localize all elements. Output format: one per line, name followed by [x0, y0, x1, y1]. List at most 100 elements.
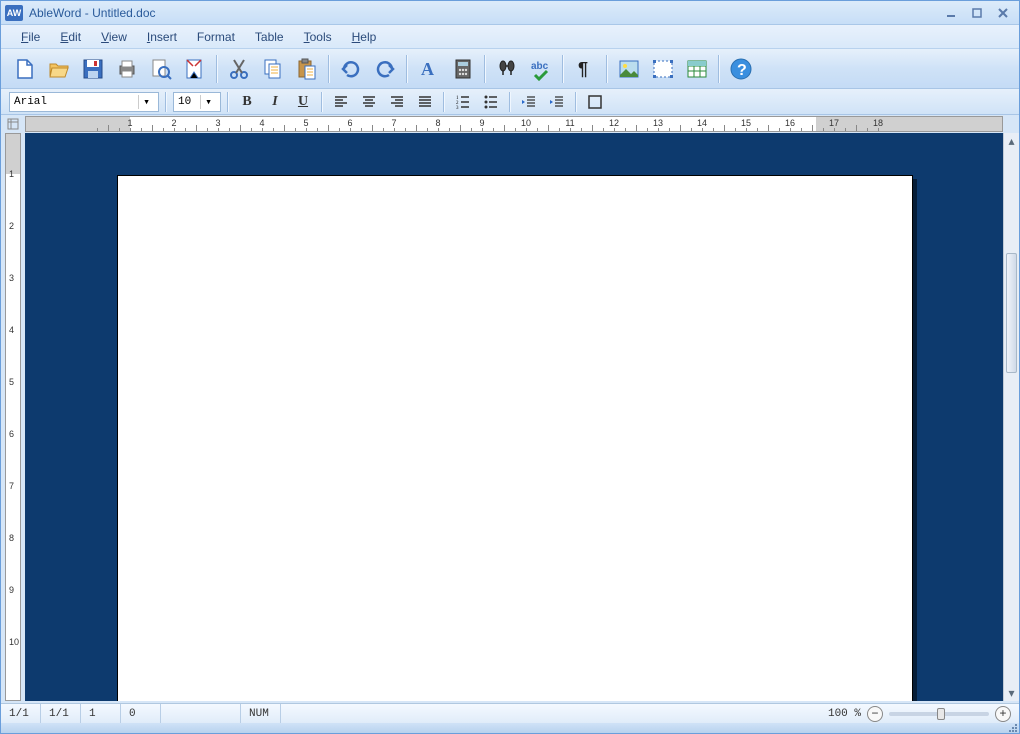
vertical-ruler-wrap: 12345678910: [1, 133, 25, 701]
redo-button[interactable]: [369, 53, 401, 85]
app-icon: AW: [5, 5, 23, 21]
menu-help[interactable]: Help: [342, 27, 387, 47]
font-size-selector[interactable]: 10 ▾: [173, 92, 221, 112]
ruler-label: 2: [9, 221, 14, 231]
ruler-label: 16: [785, 118, 795, 128]
zoom-slider-thumb[interactable]: [937, 708, 945, 720]
menu-insert[interactable]: Insert: [137, 27, 187, 47]
menu-table[interactable]: Table: [245, 27, 294, 47]
status-numlock: NUM: [241, 704, 281, 723]
calculator-button[interactable]: [447, 53, 479, 85]
status-empty1: [161, 704, 241, 723]
undo-icon: [339, 57, 363, 81]
ruler-label: 1: [9, 169, 14, 179]
close-button[interactable]: [991, 5, 1015, 21]
undo-button[interactable]: [335, 53, 367, 85]
bold-button[interactable]: B: [235, 91, 259, 113]
increase-indent-button[interactable]: [545, 91, 569, 113]
font-selector[interactable]: Arial ▾: [9, 92, 159, 112]
ruler-label: 13: [653, 118, 663, 128]
numbered-list-button[interactable]: 123: [451, 91, 475, 113]
copy-button[interactable]: [257, 53, 289, 85]
align-right-button[interactable]: [385, 91, 409, 113]
window-footer: [1, 723, 1019, 733]
statusbar: 1/1 1/1 1 0 NUM 100 % − +: [1, 703, 1019, 723]
ruler-label: 17: [829, 118, 839, 128]
insert-table-button[interactable]: [681, 53, 713, 85]
menu-tools[interactable]: Tools: [294, 27, 342, 47]
insert-image-button[interactable]: [613, 53, 645, 85]
ruler-label: 10: [521, 118, 531, 128]
vertical-scrollbar[interactable]: ▴ ▾: [1003, 133, 1019, 701]
show-marks-button[interactable]: ¶: [569, 53, 601, 85]
menubar: FileEditViewInsertFormatTableToolsHelp: [1, 25, 1019, 49]
titlebar: AW AbleWord - Untitled.doc: [1, 1, 1019, 25]
menu-format[interactable]: Format: [187, 27, 245, 47]
find-button[interactable]: [491, 53, 523, 85]
maximize-button[interactable]: [965, 5, 989, 21]
decrease-indent-button[interactable]: [517, 91, 541, 113]
ruler-label: 6: [347, 118, 352, 128]
separator: [718, 55, 720, 83]
ruler-corner: [1, 115, 25, 133]
zoom-in-button[interactable]: +: [995, 706, 1011, 722]
separator: [165, 92, 167, 112]
ruler-label: 9: [9, 585, 14, 595]
zoom-out-button[interactable]: −: [867, 706, 883, 722]
ruler-label: 4: [259, 118, 264, 128]
underline-button[interactable]: U: [291, 91, 315, 113]
help-icon: ?: [729, 57, 753, 81]
resize-grip[interactable]: [1007, 722, 1017, 732]
print-button[interactable]: [111, 53, 143, 85]
paste-button[interactable]: [291, 53, 323, 85]
help-button[interactable]: ?: [725, 53, 757, 85]
scroll-up-button[interactable]: ▴: [1004, 133, 1019, 149]
menu-file[interactable]: File: [11, 27, 50, 47]
cut-icon: [227, 57, 251, 81]
print-preview-icon: [149, 57, 173, 81]
separator: [321, 92, 323, 112]
ruler-label: 10: [9, 637, 19, 647]
vertical-ruler[interactable]: 12345678910: [5, 133, 21, 701]
align-center-button[interactable]: [357, 91, 381, 113]
save-button[interactable]: [77, 53, 109, 85]
print-preview-button[interactable]: [145, 53, 177, 85]
insert-textframe-button[interactable]: [647, 53, 679, 85]
scroll-down-button[interactable]: ▾: [1004, 685, 1019, 701]
cut-button[interactable]: [223, 53, 255, 85]
chevron-down-icon: ▾: [200, 95, 216, 109]
scroll-thumb[interactable]: [1006, 253, 1017, 373]
page[interactable]: [117, 175, 913, 701]
ruler-label: 3: [9, 273, 14, 283]
page-setup-icon: [183, 57, 207, 81]
page-setup-button[interactable]: [179, 53, 211, 85]
font-dialog-button[interactable]: A: [413, 53, 445, 85]
ruler-label: 6: [9, 429, 14, 439]
spellcheck-icon: abc: [529, 57, 553, 81]
font-value: Arial: [14, 96, 47, 108]
find-icon: [495, 57, 519, 81]
ruler-label: 14: [697, 118, 707, 128]
align-left-button[interactable]: [329, 91, 353, 113]
separator: [509, 92, 511, 112]
separator: [406, 55, 408, 83]
redo-icon: [373, 57, 397, 81]
open-button[interactable]: [43, 53, 75, 85]
separator: [328, 55, 330, 83]
horizontal-ruler[interactable]: 123456789101112131415161718: [25, 116, 1003, 132]
bullet-list-button[interactable]: [479, 91, 503, 113]
document-canvas[interactable]: [25, 133, 1003, 701]
ruler-label: 12: [609, 118, 619, 128]
italic-button[interactable]: I: [263, 91, 287, 113]
new-button[interactable]: [9, 53, 41, 85]
spellcheck-button[interactable]: abc: [525, 53, 557, 85]
minimize-button[interactable]: [939, 5, 963, 21]
window-title: AbleWord - Untitled.doc: [29, 6, 939, 20]
menu-view[interactable]: View: [91, 27, 137, 47]
align-justify-button[interactable]: [413, 91, 437, 113]
menu-edit[interactable]: Edit: [50, 27, 91, 47]
ruler-label: 8: [435, 118, 440, 128]
border-button[interactable]: [583, 91, 607, 113]
zoom-slider[interactable]: [889, 712, 989, 716]
ruler-label: 11: [565, 118, 574, 128]
